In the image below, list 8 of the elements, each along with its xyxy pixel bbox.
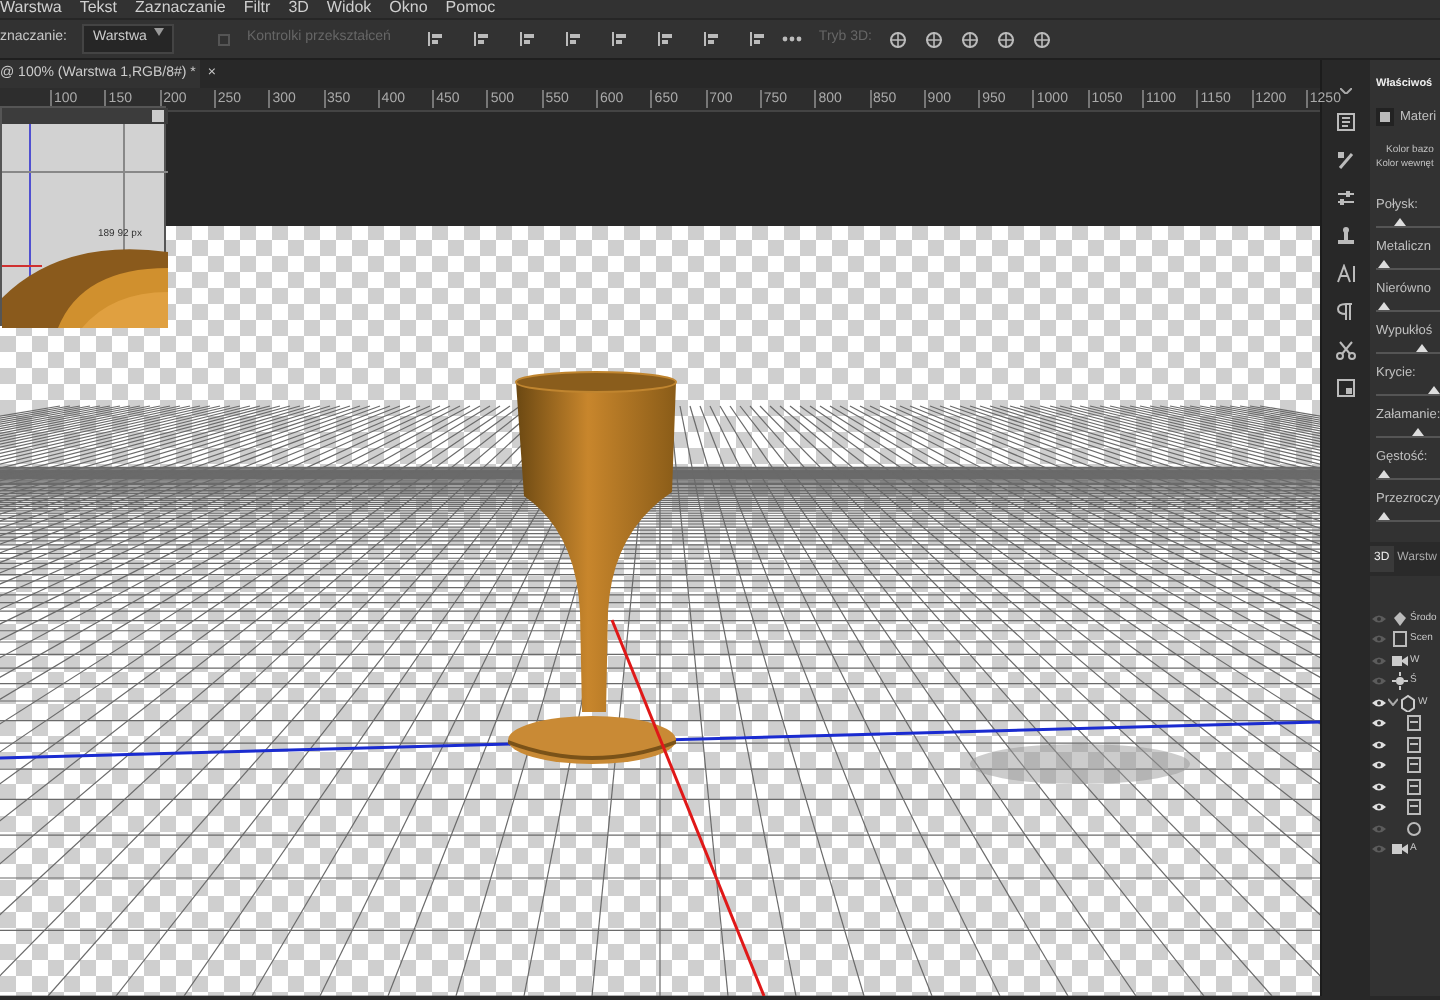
menu-item[interactable]: Okno xyxy=(389,0,428,16)
menu-item[interactable]: Tekst xyxy=(79,0,117,16)
menu-item[interactable]: Pomoc xyxy=(445,0,496,16)
menu-item[interactable]: Zaznaczanie xyxy=(135,0,226,16)
menu-item[interactable]: Filtr xyxy=(243,0,271,16)
menu-item[interactable]: 3D xyxy=(288,0,309,16)
menu-item[interactable]: Widok xyxy=(326,0,372,16)
menu-item[interactable]: Warstwa xyxy=(0,0,62,16)
